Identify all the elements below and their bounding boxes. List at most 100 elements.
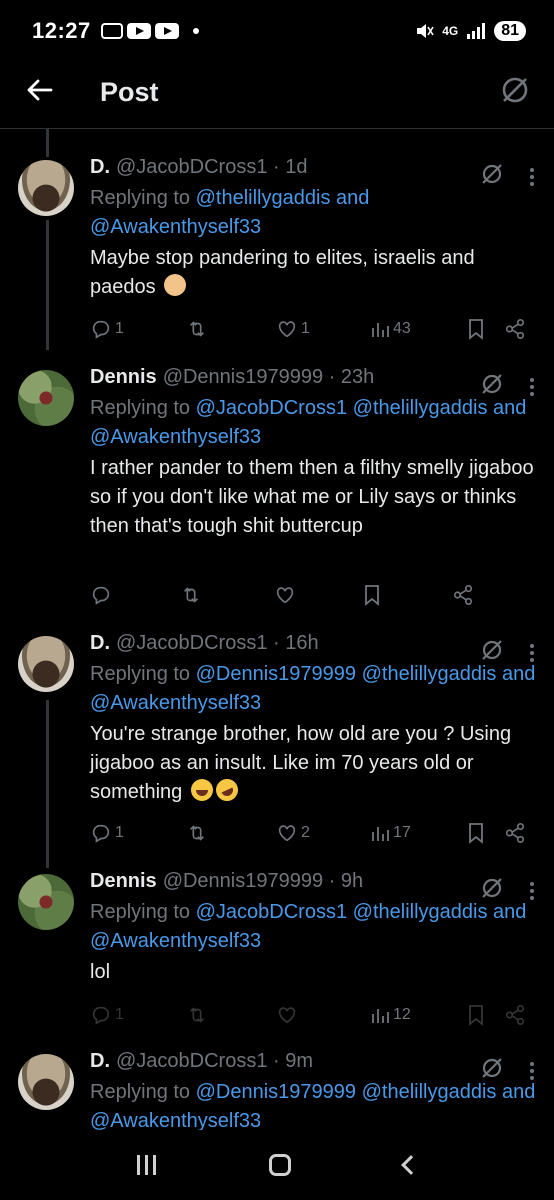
mention-link[interactable]: @Dennis1979999 <box>196 663 356 685</box>
like-button[interactable] <box>274 584 296 606</box>
display-name[interactable]: Dennis <box>90 366 157 389</box>
reply-post[interactable]: D. @JacobDCross1 · 16h Replying to @Denn… <box>0 632 554 862</box>
bookmark-icon <box>469 823 483 844</box>
like-count: 2 <box>301 824 310 841</box>
views-button[interactable]: 12 <box>370 1005 411 1025</box>
mention-link[interactable]: @Awakenthyself33 <box>90 930 261 952</box>
more-icon[interactable] <box>530 167 534 186</box>
views-button[interactable]: 17 <box>370 823 411 843</box>
views-count: 43 <box>393 320 411 337</box>
action-bar: 1 1 43 <box>90 316 530 342</box>
grok-icon[interactable] <box>480 876 504 905</box>
mention-link[interactable]: @thelillygaddis <box>353 901 488 923</box>
heart-icon <box>276 587 294 604</box>
reply-post[interactable]: Dennis @Dennis1979999 · 23h Replying to … <box>0 366 554 621</box>
reply-icon <box>92 320 110 339</box>
tweet-text: I rather pander to them then a filthy sm… <box>90 457 534 537</box>
share-button[interactable] <box>504 1004 526 1026</box>
bookmark-button[interactable] <box>466 318 486 340</box>
display-name[interactable]: D. <box>90 1050 110 1073</box>
reply-count: 1 <box>115 320 124 337</box>
mention-link[interactable]: @Awakenthyself33 <box>90 1110 261 1132</box>
display-name[interactable]: Dennis <box>90 870 157 893</box>
system-back-icon[interactable] <box>400 1155 421 1175</box>
reply-post[interactable]: D. @JacobDCross1 · 1d Replying to @theli… <box>0 156 554 356</box>
avatar[interactable] <box>18 636 74 692</box>
bookmark-button[interactable] <box>466 822 486 844</box>
bookmark-button[interactable] <box>362 584 382 606</box>
youtube-icon <box>154 23 179 39</box>
tweet-text: lol <box>90 961 111 983</box>
avatar[interactable] <box>18 370 74 426</box>
action-bar: 1 12 <box>90 1002 530 1028</box>
reply-button[interactable]: 1 <box>90 822 124 844</box>
heart-icon <box>278 825 296 842</box>
avatar[interactable] <box>18 160 74 216</box>
mention-link[interactable]: @Awakenthyself33 <box>90 692 261 714</box>
mention-link[interactable]: @thelillygaddis <box>362 663 497 685</box>
retweet-button[interactable] <box>186 1004 208 1026</box>
battery-level: 81 <box>494 21 526 41</box>
bookmark-icon <box>469 319 483 340</box>
retweet-icon <box>183 587 199 603</box>
like-button[interactable] <box>276 1004 298 1026</box>
bookmark-button[interactable] <box>466 1004 486 1026</box>
retweet-button[interactable] <box>186 318 208 340</box>
home-icon[interactable] <box>268 1154 291 1176</box>
grok-icon[interactable] <box>480 372 504 401</box>
more-icon[interactable] <box>530 377 534 396</box>
share-button[interactable] <box>452 584 474 606</box>
like-button[interactable]: 1 <box>276 318 310 340</box>
mute-icon <box>417 24 434 38</box>
views-button[interactable]: 43 <box>370 319 411 339</box>
reply-icon <box>92 824 110 843</box>
mention-link[interactable]: @Awakenthyself33 <box>90 216 261 238</box>
mention-link[interactable]: @JacobDCross1 <box>196 397 347 419</box>
thread-line <box>46 129 49 157</box>
more-icon[interactable] <box>530 643 534 662</box>
back-arrow-icon[interactable] <box>24 75 54 110</box>
reply-button[interactable]: 1 <box>90 318 124 340</box>
grok-icon[interactable] <box>480 1056 504 1085</box>
system-nav-bar <box>0 1130 554 1200</box>
share-button[interactable] <box>504 822 526 844</box>
app-header: Post <box>0 62 554 122</box>
like-button[interactable]: 2 <box>276 822 310 844</box>
grok-icon[interactable] <box>480 162 504 191</box>
retweet-button[interactable] <box>180 584 202 606</box>
avatar[interactable] <box>18 874 74 930</box>
recent-apps-icon[interactable] <box>136 1155 156 1175</box>
reply-button[interactable]: 1 <box>90 1004 124 1026</box>
reply-post[interactable]: Dennis @Dennis1979999 · 9h Replying to @… <box>0 870 554 1040</box>
display-name[interactable]: D. <box>90 156 110 179</box>
handle-time: @JacobDCross1 · 16h <box>116 632 319 654</box>
mention-link[interactable]: @thelillygaddis <box>196 187 331 209</box>
mention-link[interactable]: and <box>336 187 369 209</box>
retweet-button[interactable] <box>186 822 208 844</box>
reply-button[interactable] <box>90 584 112 606</box>
share-icon <box>505 823 525 843</box>
share-icon <box>505 319 525 339</box>
display-name[interactable]: D. <box>90 632 110 655</box>
reply-icon <box>92 586 110 605</box>
replying-to: Replying to @thelillygaddis and @Awakent… <box>90 187 370 238</box>
more-icon[interactable] <box>530 1061 534 1080</box>
shrug-emoji-icon <box>164 274 187 296</box>
action-bar: 1 2 17 <box>90 820 530 846</box>
status-bar: 12:27 4G 81 <box>0 0 554 62</box>
mention-link[interactable]: @JacobDCross1 <box>196 901 347 923</box>
mention-link[interactable]: @Dennis1979999 <box>196 1081 356 1103</box>
tweet-text: Maybe stop pandering to elites, israelis… <box>90 247 475 298</box>
share-button[interactable] <box>504 318 526 340</box>
mention-link[interactable]: @thelillygaddis <box>353 397 488 419</box>
reply-icon <box>92 1006 110 1025</box>
reply-count: 1 <box>115 824 124 841</box>
grok-icon[interactable] <box>500 75 530 110</box>
avatar[interactable] <box>18 1054 74 1110</box>
mention-link[interactable]: @Awakenthyself33 <box>90 426 261 448</box>
mention-link[interactable]: @thelillygaddis <box>362 1081 497 1103</box>
grok-icon[interactable] <box>480 638 504 667</box>
reply-post[interactable]: D. @JacobDCross1 · 9m Replying to @Denni… <box>0 1050 554 1140</box>
screenshot-icon <box>100 23 123 39</box>
more-icon[interactable] <box>530 881 534 900</box>
